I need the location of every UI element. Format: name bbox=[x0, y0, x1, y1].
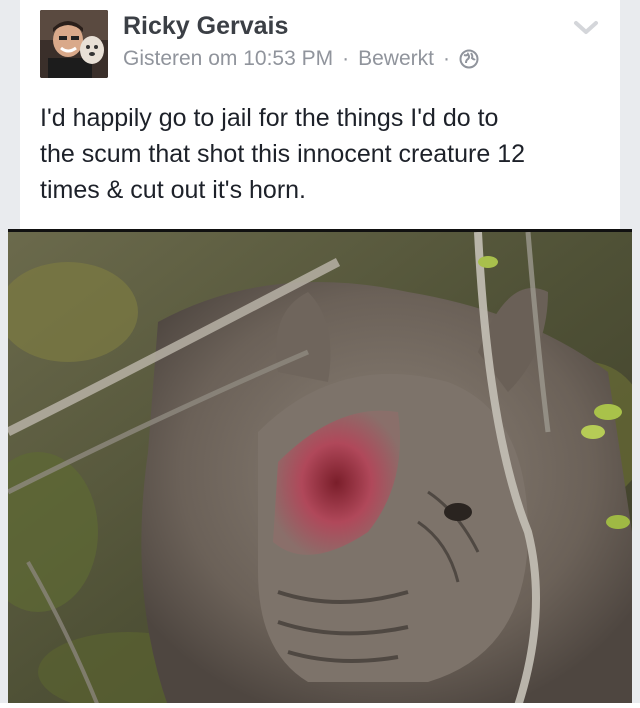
post-text: I'd happily go to jail for the things I'… bbox=[40, 104, 525, 204]
post-photo[interactable] bbox=[8, 229, 632, 706]
card-bottom bbox=[0, 703, 640, 708]
globe-icon[interactable] bbox=[459, 49, 479, 69]
rhino-photo bbox=[8, 232, 632, 706]
post-timestamp[interactable]: Gisteren om 10:53 PM bbox=[123, 47, 333, 71]
edited-label[interactable]: Bewerkt bbox=[358, 47, 434, 71]
post-meta: Gisteren om 10:53 PM · Bewerkt · bbox=[123, 47, 479, 71]
meta-separator: · bbox=[442, 47, 450, 70]
chevron-down-icon[interactable] bbox=[572, 18, 600, 38]
avatar[interactable] bbox=[40, 10, 108, 78]
meta-separator: · bbox=[342, 47, 350, 70]
author-name[interactable]: Ricky Gervais bbox=[123, 12, 288, 41]
